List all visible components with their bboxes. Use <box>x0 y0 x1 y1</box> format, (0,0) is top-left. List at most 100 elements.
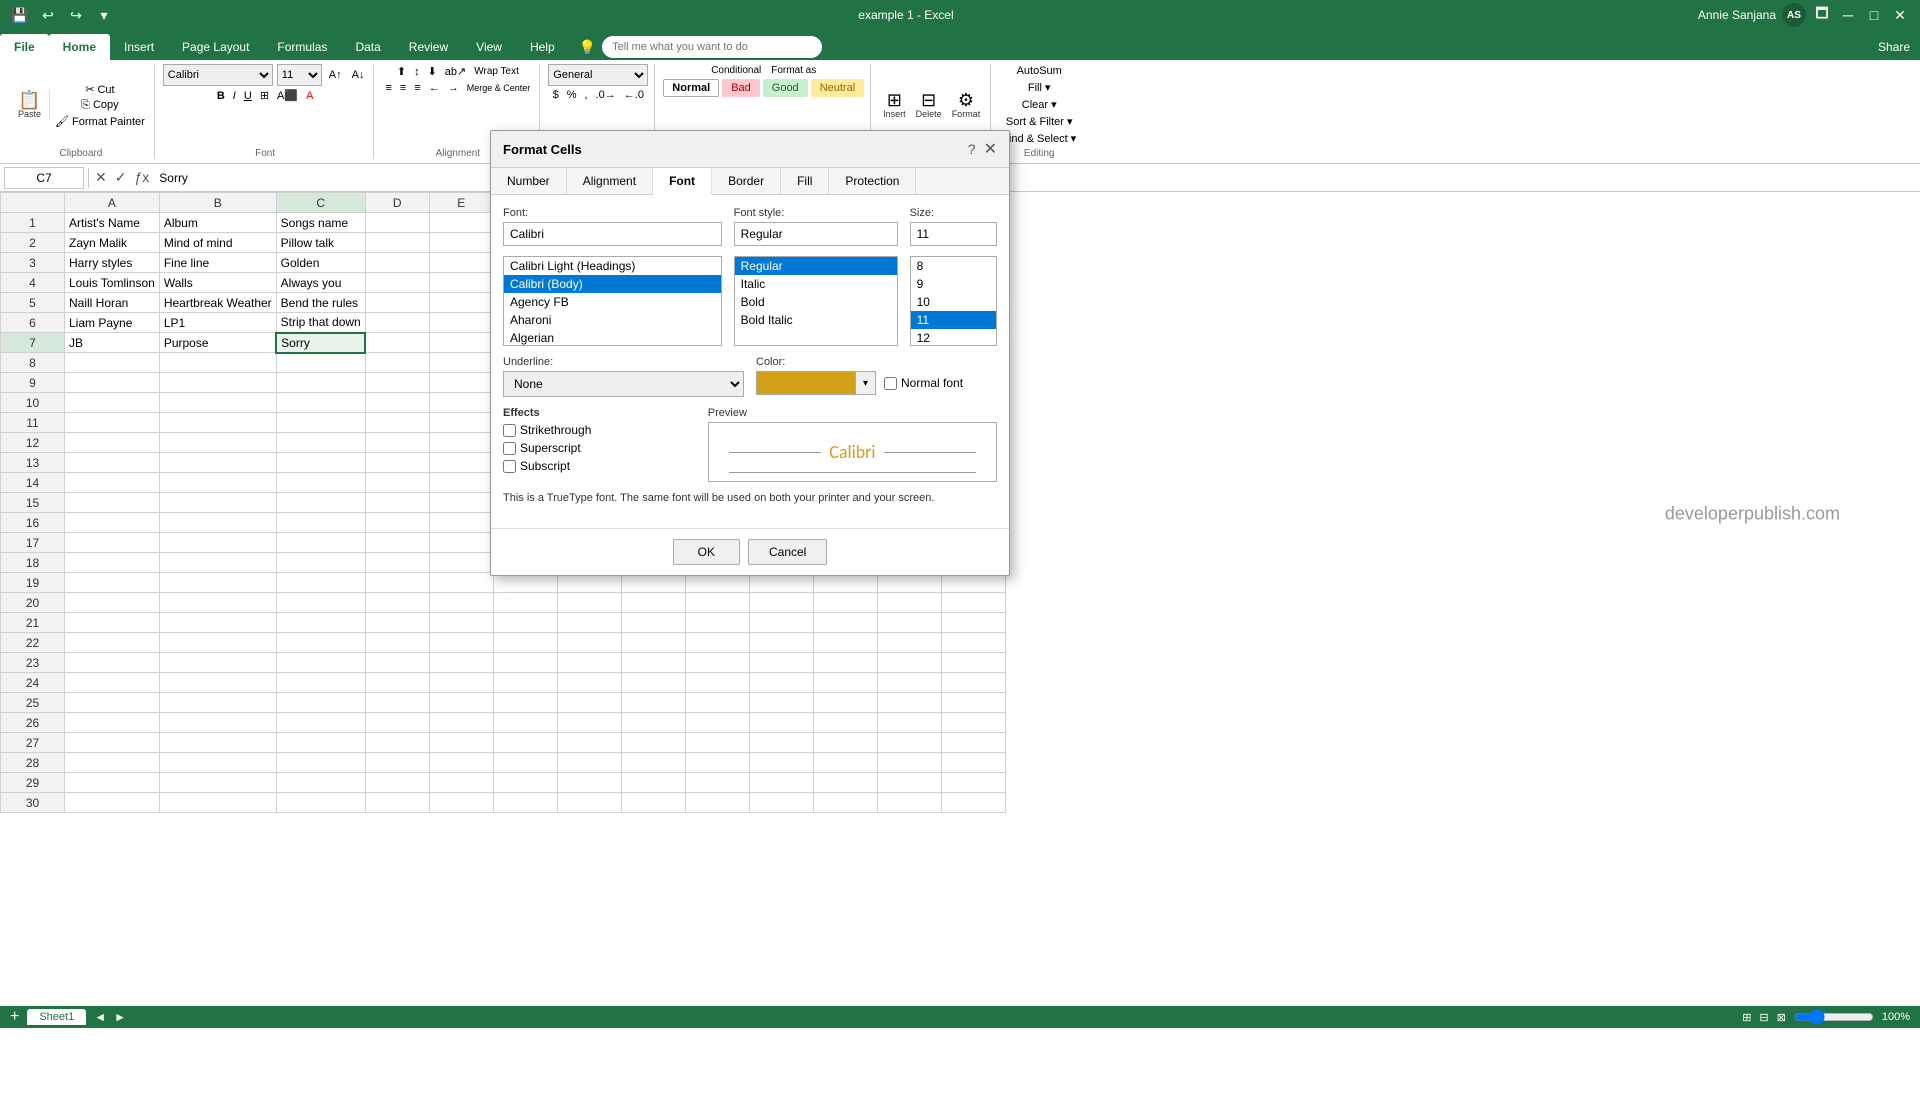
comma-button[interactable]: , <box>582 88 591 102</box>
close-button[interactable]: ✕ <box>1890 5 1910 25</box>
table-row[interactable] <box>813 713 877 733</box>
table-row[interactable] <box>877 753 941 773</box>
table-row[interactable] <box>621 653 685 673</box>
table-row[interactable] <box>429 273 493 293</box>
size-item-10[interactable]: 10 <box>911 293 996 311</box>
table-row[interactable] <box>877 593 941 613</box>
size-list[interactable]: 8 9 10 11 12 14 <box>910 256 997 346</box>
table-row[interactable]: Walls <box>159 273 276 293</box>
table-row[interactable] <box>685 653 749 673</box>
font-item-aharoni[interactable]: Aharoni <box>504 311 721 329</box>
table-row[interactable] <box>65 733 160 753</box>
table-row[interactable] <box>429 353 493 373</box>
table-row[interactable] <box>276 353 365 373</box>
table-row[interactable] <box>65 753 160 773</box>
style-list[interactable]: Regular Italic Bold Bold Italic <box>734 256 898 346</box>
table-row[interactable] <box>365 593 429 613</box>
table-row[interactable] <box>276 533 365 553</box>
table-row[interactable] <box>365 533 429 553</box>
table-row[interactable]: LP1 <box>159 313 276 333</box>
table-row[interactable] <box>365 553 429 573</box>
table-row[interactable] <box>276 733 365 753</box>
table-row[interactable] <box>813 753 877 773</box>
cell-ref-input[interactable]: C7 <box>4 167 84 189</box>
table-row[interactable] <box>365 733 429 753</box>
table-row[interactable]: Liam Payne <box>65 313 160 333</box>
table-row[interactable] <box>557 713 621 733</box>
table-row[interactable] <box>65 593 160 613</box>
table-row[interactable] <box>159 573 276 593</box>
table-row[interactable] <box>65 513 160 533</box>
table-row[interactable] <box>877 653 941 673</box>
row-header-28[interactable]: 28 <box>1 753 65 773</box>
table-row[interactable] <box>365 313 429 333</box>
table-row[interactable] <box>429 433 493 453</box>
color-dropdown-arrow[interactable]: ▾ <box>855 372 875 394</box>
font-list[interactable]: Calibri Light (Headings) Calibri (Body) … <box>503 256 722 346</box>
table-row[interactable] <box>685 593 749 613</box>
table-row[interactable]: Heartbreak Weather <box>159 293 276 313</box>
row-header-30[interactable]: 30 <box>1 793 65 813</box>
table-row[interactable] <box>276 393 365 413</box>
table-row[interactable] <box>493 693 557 713</box>
format-as-table-button[interactable]: Format as <box>768 64 819 77</box>
table-row[interactable] <box>813 653 877 673</box>
maximize-button[interactable]: □ <box>1864 5 1884 25</box>
table-row[interactable] <box>429 613 493 633</box>
table-row[interactable] <box>65 433 160 453</box>
row-header-7[interactable]: 7 <box>1 333 65 353</box>
table-row[interactable]: Bend the rules <box>276 293 365 313</box>
row-header-22[interactable]: 22 <box>1 633 65 653</box>
table-row[interactable] <box>276 493 365 513</box>
conditional-formatting-button[interactable]: Conditional <box>708 64 764 77</box>
table-row[interactable]: JB <box>65 333 160 353</box>
table-row[interactable] <box>621 593 685 613</box>
table-row[interactable] <box>877 693 941 713</box>
row-header-17[interactable]: 17 <box>1 533 65 553</box>
sort-filter-button[interactable]: Sort & Filter ▾ <box>1003 114 1076 129</box>
currency-button[interactable]: $ <box>550 88 562 102</box>
align-bottom-button[interactable]: ⬇ <box>425 64 440 79</box>
table-row[interactable]: Harry styles <box>65 253 160 273</box>
table-row[interactable] <box>65 353 160 373</box>
cancel-button[interactable]: Cancel <box>748 539 827 565</box>
row-header-19[interactable]: 19 <box>1 573 65 593</box>
tab-help[interactable]: Help <box>516 34 569 60</box>
underline-button[interactable]: U <box>241 89 255 103</box>
col-header-c[interactable]: C <box>276 193 365 213</box>
table-row[interactable] <box>276 653 365 673</box>
table-row[interactable] <box>65 673 160 693</box>
formula-input[interactable] <box>155 171 1916 185</box>
table-row[interactable]: Mind of mind <box>159 233 276 253</box>
table-row[interactable] <box>429 753 493 773</box>
table-row[interactable] <box>557 673 621 693</box>
row-header-3[interactable]: 3 <box>1 253 65 273</box>
table-row[interactable]: Zayn Malik <box>65 233 160 253</box>
row-header-11[interactable]: 11 <box>1 413 65 433</box>
table-row[interactable] <box>365 693 429 713</box>
tab-home[interactable]: Home <box>49 34 110 60</box>
table-row[interactable] <box>557 633 621 653</box>
table-row[interactable] <box>813 733 877 753</box>
table-row[interactable] <box>429 453 493 473</box>
table-row[interactable] <box>749 673 813 693</box>
table-row[interactable] <box>365 253 429 273</box>
dialog-tab-fill[interactable]: Fill <box>781 168 829 194</box>
table-row[interactable] <box>877 793 941 813</box>
row-header-1[interactable]: 1 <box>1 213 65 233</box>
cut-button[interactable]: ✂ Cut <box>52 82 148 97</box>
table-row[interactable] <box>365 753 429 773</box>
table-row[interactable] <box>813 633 877 653</box>
table-row[interactable] <box>557 613 621 633</box>
font-item-agency-fb[interactable]: Agency FB <box>504 293 721 311</box>
table-row[interactable] <box>493 613 557 633</box>
table-row[interactable] <box>621 673 685 693</box>
table-row[interactable] <box>429 493 493 513</box>
col-header-b[interactable]: B <box>159 193 276 213</box>
table-row[interactable] <box>65 633 160 653</box>
table-row[interactable] <box>685 733 749 753</box>
style-input[interactable] <box>734 222 898 246</box>
tab-file[interactable]: File <box>0 34 49 60</box>
style-good[interactable]: Good <box>763 79 808 97</box>
table-row[interactable] <box>159 553 276 573</box>
